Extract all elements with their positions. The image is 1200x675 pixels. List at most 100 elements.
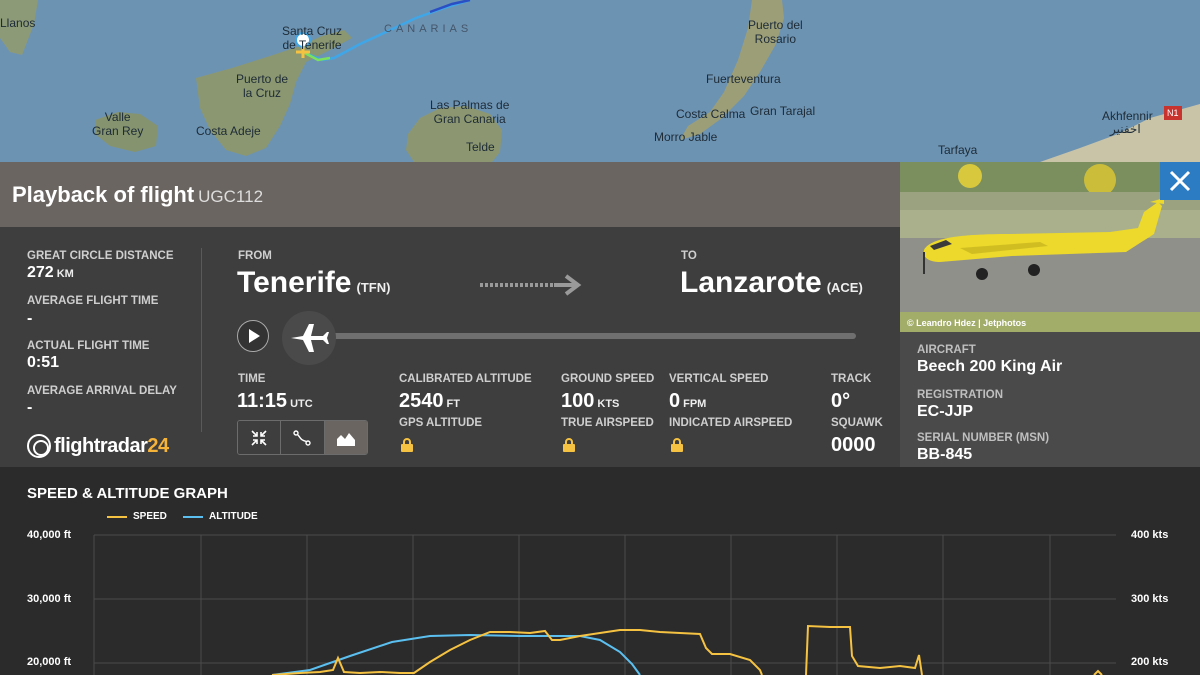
- registration-label: REGISTRATION: [917, 389, 1004, 401]
- photo-credit: © Leandro Hdez | Jetphotos: [907, 318, 1027, 328]
- time-unit: UTC: [290, 398, 313, 410]
- collapse-icon: [251, 429, 267, 446]
- left-tick-label: 30,000 ft: [27, 593, 72, 605]
- legend-speed: SPEED: [107, 511, 167, 522]
- map-label-llanos: Llanos: [0, 16, 36, 30]
- close-icon: [1169, 170, 1191, 192]
- ground-speed-number: 100: [561, 390, 595, 412]
- area-chart-icon: [336, 432, 355, 446]
- ground-speed-unit: KTS: [597, 398, 620, 410]
- vertical-speed-value: 0 FPM: [669, 390, 706, 413]
- gps-altitude-label: GPS ALTITUDE: [399, 417, 483, 429]
- right-tick-label: 200 kts: [1131, 656, 1169, 668]
- serial-number-label: SERIAL NUMBER (MSN): [917, 432, 1050, 444]
- true-airspeed-label: TRUE AIRSPEED: [561, 417, 654, 429]
- squawk-label: SQUAWK: [831, 417, 883, 429]
- plane-icon: [291, 324, 329, 352]
- time-value: 11:15 UTC: [237, 390, 313, 413]
- panel-title: Playback of flight UGC112: [12, 182, 263, 208]
- map-label-telde: Telde: [466, 140, 495, 154]
- map-label-costa-calma: Costa Calma: [676, 107, 746, 121]
- great-circle-distance-unit: KM: [56, 268, 74, 280]
- map-label-fuerteventura: Fuerteventura: [706, 72, 781, 86]
- map-canvas: [0, 0, 1200, 162]
- road-badge-n1: N1: [1164, 106, 1182, 120]
- map-label-akhfennir: Akhfennir: [1102, 109, 1153, 123]
- graph-title: SPEED & ALTITUDE GRAPH: [27, 485, 228, 502]
- left-tick-label: 40,000 ft: [27, 529, 72, 541]
- gps-altitude-lock-icon[interactable]: [401, 438, 413, 452]
- vertical-speed-label: VERTICAL SPEED: [669, 373, 769, 385]
- right-tick-label: 400 kts: [1131, 529, 1169, 541]
- great-circle-distance-number: 272: [27, 264, 54, 281]
- flight-map[interactable]: Llanos Santa Cruz de Tenerife CANARIAS P…: [0, 0, 1200, 162]
- map-label-puerto-cruz: Puerto de la Cruz: [236, 72, 289, 100]
- map-label-santa-cruz: Santa Cruz de Tenerife: [282, 24, 343, 52]
- legend-altitude-label: ALTITUDE: [209, 511, 258, 522]
- from-city-code: (TFN): [356, 280, 391, 295]
- from-city: Tenerife (TFN): [237, 266, 390, 300]
- map-label-morro-jable: Morro Jable: [654, 130, 718, 144]
- indicated-airspeed-lock-icon[interactable]: [671, 438, 683, 452]
- map-label-las-palmas: Las Palmas de Gran Canaria: [430, 98, 510, 126]
- to-city: Lanzarote (ACE): [680, 266, 863, 300]
- legend-altitude-swatch: [183, 515, 203, 518]
- flightradar24-logo[interactable]: flightradar24: [27, 432, 169, 460]
- from-label: FROM: [238, 250, 272, 262]
- avg-arrival-delay-value: -: [27, 399, 33, 416]
- legend-speed-label: SPEED: [133, 511, 167, 522]
- time-number: 11:15: [237, 390, 288, 412]
- avg-flight-time-label: AVERAGE FLIGHT TIME: [27, 295, 159, 307]
- map-label-valle-gran-rey: Valle Gran Rey: [92, 110, 144, 138]
- to-city-code: (ACE): [826, 280, 863, 295]
- calibrated-altitude-number: 2540: [399, 390, 444, 412]
- play-button[interactable]: [237, 320, 269, 352]
- graph-view-button[interactable]: [324, 421, 367, 454]
- great-circle-distance-label: GREAT CIRCLE DISTANCE: [27, 250, 174, 262]
- indicated-airspeed-label: INDICATED AIRSPEED: [669, 417, 793, 429]
- route-arrow-icon: [480, 274, 582, 296]
- track-label: TRACK: [831, 373, 872, 385]
- ground-speed-label: GROUND SPEED: [561, 373, 655, 385]
- map-label-puerto-rosario: Puerto del Rosario: [748, 18, 803, 46]
- calibrated-altitude-label: CALIBRATED ALTITUDE: [399, 373, 532, 385]
- close-button[interactable]: [1160, 162, 1200, 200]
- great-circle-distance-value: 272 KM: [27, 264, 74, 282]
- map-label-tarfaya: Tarfaya: [938, 143, 978, 157]
- calibrated-altitude-unit: FT: [446, 398, 460, 410]
- vertical-speed-number: 0: [669, 390, 681, 412]
- route-icon: [293, 429, 312, 446]
- track-value: 0°: [831, 390, 851, 412]
- logo-text: flightradar24: [54, 435, 169, 458]
- route-view-button[interactable]: [281, 421, 325, 454]
- from-city-name: Tenerife: [237, 266, 352, 299]
- ground-speed-value: 100 KTS: [561, 390, 619, 413]
- radar-icon: [27, 434, 51, 458]
- view-mode-toggle: [237, 420, 368, 455]
- left-divider: [201, 248, 202, 432]
- actual-flight-time-value: 0:51: [27, 354, 60, 371]
- legend-speed-swatch: [107, 515, 127, 518]
- map-label-costa-adeje: Costa Adeje: [196, 124, 261, 138]
- collapse-view-button[interactable]: [238, 421, 282, 454]
- time-label: TIME: [238, 373, 266, 385]
- serial-number-value: BB-845: [917, 446, 973, 463]
- to-city-name: Lanzarote: [680, 266, 822, 299]
- aircraft-photo[interactable]: [900, 162, 1200, 332]
- aircraft-photo-image: [900, 162, 1200, 332]
- map-label-akhfennir-arabic: اخفنير: [1110, 122, 1141, 136]
- squawk-value: 0000: [831, 434, 876, 456]
- panel-title-text: Playback of flight: [12, 182, 195, 207]
- logo-number: 24: [147, 434, 169, 457]
- avg-flight-time-value: -: [27, 310, 33, 327]
- right-tick-label: 300 kts: [1131, 593, 1169, 605]
- timeline-plane-handle[interactable]: [282, 311, 336, 365]
- true-airspeed-lock-icon[interactable]: [563, 438, 575, 452]
- registration-value[interactable]: EC-JJP: [917, 403, 973, 421]
- calibrated-altitude-value: 2540 FT: [399, 390, 460, 413]
- playback-timeline[interactable]: [330, 333, 856, 339]
- logo-word: flightradar: [54, 434, 148, 457]
- flight-number: UGC112: [198, 187, 264, 206]
- map-label-gran-tarajal: Gran Tarajal: [750, 104, 816, 118]
- aircraft-label: AIRCRAFT: [917, 344, 976, 356]
